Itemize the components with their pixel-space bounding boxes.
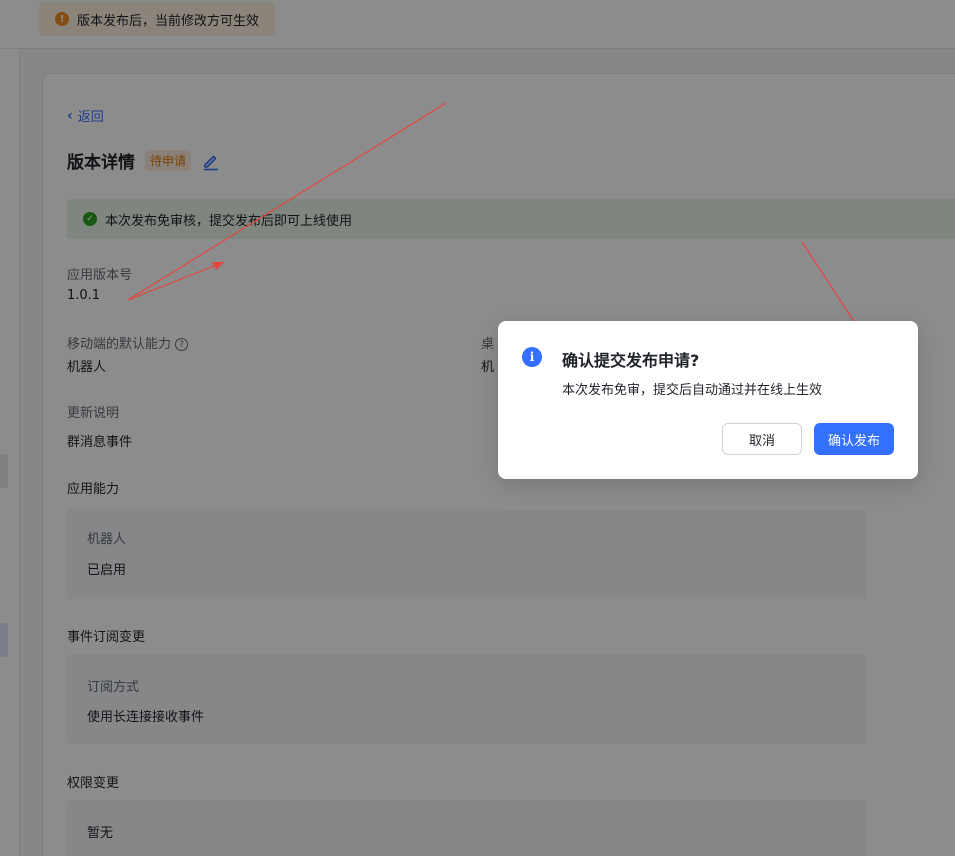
info-icon: i xyxy=(522,347,542,367)
dialog-body: 本次发布免审，提交后自动通过并在线上生效 xyxy=(562,383,823,398)
dialog-title: 确认提交发布申请? xyxy=(562,351,700,370)
cancel-button[interactable]: 取消 xyxy=(722,423,802,455)
confirm-publish-button[interactable]: 确认发布 xyxy=(814,423,894,455)
app-stage: ! 版本发布后，当前修改方可生效 ‹ 返回 版本详情 待申请 ✓ 本次发布免审核… xyxy=(0,0,955,856)
confirm-publish-dialog: i 确认提交发布申请? 本次发布免审，提交后自动通过并在线上生效 取消 确认发布 xyxy=(498,321,918,479)
